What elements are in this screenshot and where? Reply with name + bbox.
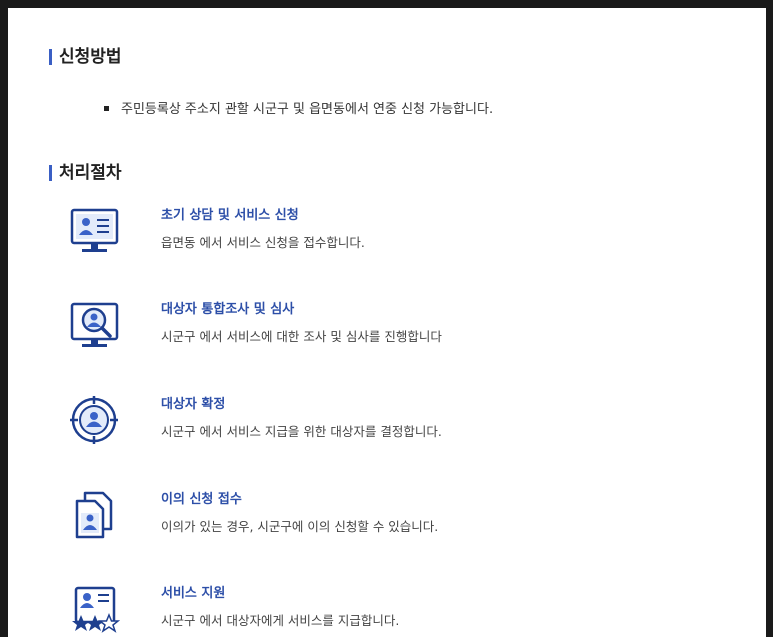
section-title-application: 신청방법: [49, 47, 122, 67]
procedure-step-2: 대상자 통합조사 및 심사 시군구 에서 서비스에 대한 조사 및 심사를 진행…: [68, 301, 708, 361]
step-title: 초기 상담 및 서비스 신청: [161, 208, 299, 223]
step-description: 시군구 에서 대상자에게 서비스를 지급합니다.: [161, 613, 400, 628]
step-description: 시군구 에서 서비스에 대한 조사 및 심사를 진행합니다: [161, 329, 442, 344]
step-title: 이의 신청 접수: [161, 492, 242, 507]
documents-person-icon: [75, 491, 113, 539]
step-description: 이의가 있는 경우, 시군구에 이의 신청할 수 있습니다.: [161, 519, 439, 534]
application-item-text: 주민등록상 주소지 관할 시군구 및 읍면동에서 연중 신청 가능합니다.: [121, 102, 494, 117]
section-title-procedure: 처리절차: [49, 163, 122, 183]
procedure-step-4: 이의 신청 접수 이의가 있는 경우, 시군구에 이의 신청할 수 있습니다.: [68, 491, 708, 551]
procedure-step-3: 대상자 확정 시군구 에서 서비스 지급을 위한 대상자를 결정합니다.: [68, 396, 708, 456]
bullet-square-icon: [104, 106, 109, 111]
profile-card-stars-icon: [72, 586, 121, 633]
content-panel: 신청방법 주민등록상 주소지 관할 시군구 및 읍면동에서 연중 신청 가능합니…: [8, 8, 766, 637]
monitor-profile-icon: [70, 208, 119, 252]
procedure-step-5: 서비스 지원 시군구 에서 대상자에게 서비스를 지급합니다.: [68, 585, 708, 637]
step-title: 서비스 지원: [161, 586, 226, 601]
monitor-search-person-icon: [70, 302, 119, 347]
step-title: 대상자 확정: [161, 397, 226, 412]
step-description: 읍면동 에서 서비스 신청을 접수합니다.: [161, 235, 365, 250]
step-title: 대상자 통합조사 및 심사: [161, 302, 295, 317]
application-item: 주민등록상 주소지 관할 시군구 및 읍면동에서 연중 신청 가능합니다.: [104, 100, 493, 120]
target-person-icon: [70, 396, 118, 444]
procedure-step-1: 초기 상담 및 서비스 신청 읍면동 에서 서비스 신청을 접수합니다.: [68, 207, 708, 267]
step-description: 시군구 에서 서비스 지급을 위한 대상자를 결정합니다.: [161, 424, 442, 439]
